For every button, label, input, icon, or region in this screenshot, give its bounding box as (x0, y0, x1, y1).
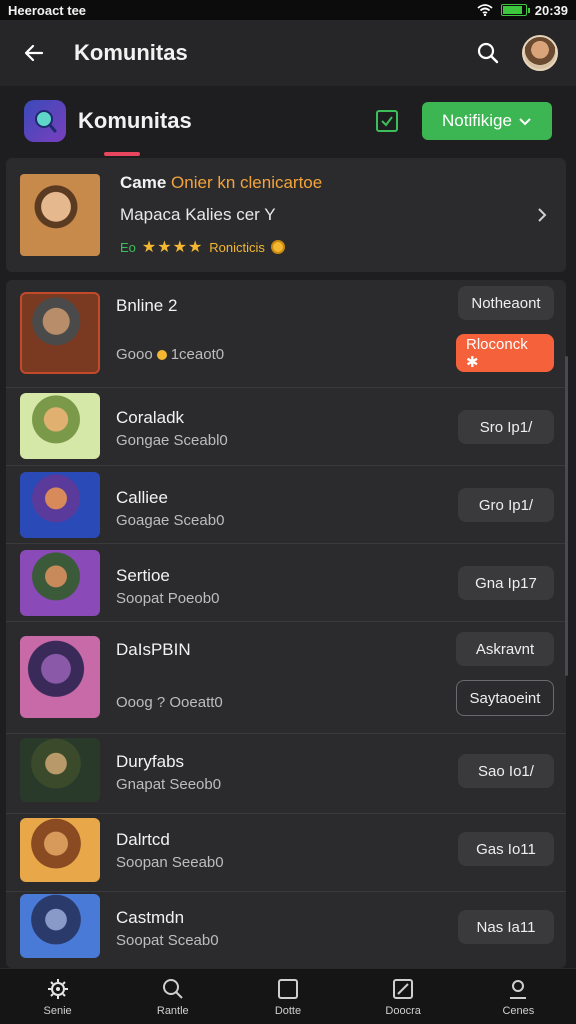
row-status-button[interactable]: Notheaont (458, 286, 554, 320)
list-item[interactable]: Castmdn Soopat Sceab0 Nas Ia11 (6, 892, 566, 968)
community-logo-icon (24, 100, 66, 142)
game-name: Coraladk (116, 408, 185, 427)
row-action-button[interactable]: Nas Ia11 (458, 910, 554, 944)
featured-subtitle: Mapaca Kalies cer Y (120, 205, 276, 224)
follow-checkbox[interactable] (376, 110, 398, 132)
nav-item-home[interactable]: Senie (8, 977, 108, 1017)
check-icon (381, 116, 393, 127)
edit-icon (393, 978, 414, 999)
row-action-button[interactable]: Sao Io1/ (458, 754, 554, 788)
game-subtitle: Soopat Poeob0 (116, 590, 220, 607)
nav-label: Doocra (385, 1004, 421, 1017)
search-button[interactable] (472, 37, 504, 69)
featured-chevron-button[interactable] (532, 205, 552, 225)
battery-icon (500, 4, 530, 16)
featured-meta: Eo ★★★★ Ronicticis (120, 237, 532, 257)
game-subtitle: Soopan Seeab0 (116, 854, 224, 871)
featured-card[interactable]: Came Onier kn clenicartoe Mapaca Kalies … (6, 158, 566, 272)
list-item[interactable]: Duryfabs Gnapat Seeob0 Sao Io1/ (6, 734, 566, 814)
game-thumbnail (20, 472, 100, 538)
game-thumbnail (20, 292, 100, 374)
game-list: Bnline 2 Gooo 1ceaot0 Notheaont Rloconck … (6, 280, 566, 968)
bottom-nav: Senie Rantle Dotte Doocra Cenes (0, 968, 576, 1024)
game-name: Bnline 2 (116, 296, 178, 315)
arrow-left-icon (24, 44, 44, 62)
rating-label: Ronicticis (209, 239, 265, 255)
list-item[interactable]: Sertioe Soopat Poeob0 Gna Ip17 (6, 544, 566, 622)
scrollbar[interactable] (565, 356, 568, 676)
nav-item-library[interactable]: Dotte (238, 977, 338, 1017)
game-subtitle-a: Gooo (116, 346, 153, 363)
row-action-button[interactable]: Rloconck ✱ (456, 334, 554, 372)
chevron-down-icon (519, 118, 531, 126)
wifi-icon (477, 4, 493, 16)
notify-button[interactable]: Notifikige (422, 102, 552, 140)
featured-body: Came Onier kn clenicartoe Mapaca Kalies … (120, 173, 532, 257)
nav-label: Dotte (274, 1004, 302, 1017)
game-name: Calliee (116, 488, 168, 507)
game-subtitle: Gongae Sceabl0 (116, 432, 228, 449)
avatar[interactable] (522, 35, 558, 71)
game-thumbnail (20, 393, 100, 459)
featured-title-highlight: Onier kn clenicartoe (171, 173, 323, 192)
square-icon (277, 978, 298, 999)
featured-title: Came Onier kn clenicartoe (120, 173, 532, 193)
page-title: Komunitas (74, 40, 188, 65)
nav-label: Senie (43, 1004, 72, 1017)
game-subtitle: Gnapat Seeob0 (116, 776, 222, 793)
nav-label: Cenes (502, 1004, 535, 1017)
game-subtitle: Gooo 1ceaot0 (116, 346, 224, 363)
game-name: Duryfabs (116, 752, 185, 771)
game-thumbnail (20, 818, 100, 882)
tab-indicator (104, 152, 140, 156)
nav-item-docs[interactable]: Doocra (353, 977, 453, 1017)
list-item[interactable]: DaIsPBIN Ooog ? Ooeatt0 Askravnt Saytaoe… (6, 622, 566, 734)
notify-button-label: Notifikige (442, 111, 512, 130)
list-item[interactable]: Coraladk Gongae Sceabl0 Sro Ip1/ (6, 388, 566, 466)
game-name: Sertioe (116, 566, 170, 585)
game-thumbnail (20, 550, 100, 616)
featured-code: Eo (120, 239, 136, 255)
search-icon (477, 42, 499, 64)
app-bar: Komunitas (0, 20, 576, 86)
game-subtitle: Goagae Sceab0 (116, 512, 225, 529)
community-name: Komunitas (78, 108, 192, 133)
nav-item-search[interactable]: Rantle (123, 977, 223, 1017)
row-action-button[interactable]: Sro Ip1/ (458, 410, 554, 444)
list-item[interactable]: Calliee Goagae Sceab0 Gro Ip1/ (6, 466, 566, 544)
game-thumbnail (20, 636, 100, 718)
row-action-button[interactable]: Saytaoeint (456, 680, 554, 716)
row-status-button[interactable]: Askravnt (456, 632, 554, 666)
game-name: DaIsPBIN (116, 640, 191, 659)
nav-item-profile[interactable]: Cenes (468, 977, 568, 1017)
status-right: 20:39 (477, 3, 568, 18)
rating-stars: ★★★★ (141, 239, 204, 256)
nav-label: Rantle (156, 1004, 189, 1017)
status-time: 20:39 (534, 2, 568, 18)
game-thumbnail (20, 894, 100, 958)
gear-icon (47, 978, 68, 999)
game-name: Castmdn (116, 908, 185, 927)
game-subtitle: Soopat Sceab0 (116, 932, 219, 949)
user-icon (510, 979, 527, 999)
game-subtitle: Ooog ? Ooeatt0 (116, 694, 223, 711)
row-action-button[interactable]: Gro Ip1/ (458, 488, 554, 522)
game-thumbnail (20, 738, 100, 802)
status-carrier: Heeroact tee (8, 2, 87, 18)
back-button[interactable] (18, 37, 50, 69)
game-name: Dalrtcd (116, 830, 170, 849)
chevron-right-icon (538, 208, 547, 222)
row-action-button[interactable]: Gas Io11 (458, 832, 554, 866)
search-icon (162, 978, 183, 999)
row-action-button[interactable]: Gna Ip17 (458, 566, 554, 600)
coin-icon (156, 350, 167, 360)
community-header: Komunitas Notifikige (0, 86, 576, 156)
featured-game-image (20, 174, 100, 256)
status-bar: Heeroact tee 20:39 (0, 0, 576, 20)
coin-icon (270, 240, 285, 254)
list-item[interactable]: Bnline 2 Gooo 1ceaot0 Notheaont Rloconck … (6, 280, 566, 388)
list-item[interactable]: Dalrtcd Soopan Seeab0 Gas Io11 (6, 814, 566, 892)
featured-title-prefix: Came (120, 173, 172, 192)
game-subtitle-b: 1ceaot0 (170, 346, 225, 363)
